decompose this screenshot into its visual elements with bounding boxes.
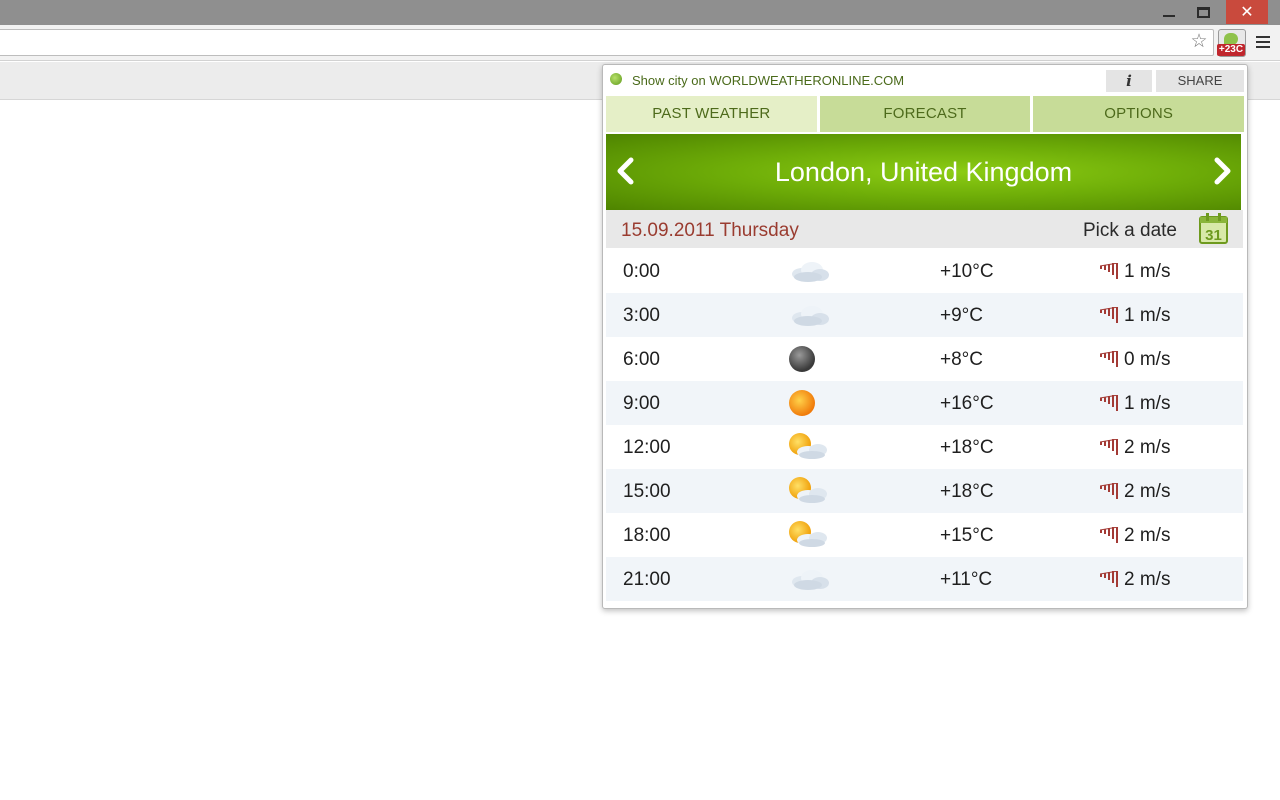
show-city-link[interactable]: Show city on WORLDWEATHERONLINE.COM [610, 73, 904, 88]
minimize-icon [1163, 15, 1175, 17]
bookmark-star-icon[interactable]: ☆ [1188, 31, 1210, 53]
show-city-link-label: Show city on WORLDWEATHERONLINE.COM [632, 73, 904, 88]
city-name: London, United Kingdom [775, 157, 1072, 188]
row-time: 6:00 [623, 349, 660, 371]
weather-popup: Show city on WORLDWEATHERONLINE.COM i SH… [602, 64, 1248, 609]
leaf-icon [610, 73, 622, 85]
weather-row: 18:00 +15°C 2 m/s [606, 513, 1243, 557]
maximize-icon [1197, 7, 1210, 18]
wind-icon [1100, 527, 1120, 543]
browser-toolbar [0, 25, 1280, 61]
pick-date-label[interactable]: Pick a date [1083, 220, 1177, 242]
weather-row: 21:00 +11°C 2 m/s [606, 557, 1243, 601]
wind-icon [1100, 395, 1120, 411]
address-bar[interactable] [0, 29, 1214, 56]
row-wind-speed: 2 m/s [1124, 437, 1170, 459]
row-temperature: +8°C [940, 349, 983, 371]
window-titlebar: ✕ [0, 0, 1280, 25]
wind-icon [1100, 439, 1120, 455]
wind-icon [1100, 483, 1120, 499]
row-temperature: +9°C [940, 305, 983, 327]
wind-icon [1100, 571, 1120, 587]
weather-row: 6:00 +8°C 0 m/s [606, 337, 1243, 381]
cloudy-icon [782, 257, 838, 285]
weather-row: 15:00 +18°C 2 m/s [606, 469, 1243, 513]
row-temperature: +18°C [940, 437, 994, 459]
row-wind-speed: 2 m/s [1124, 481, 1170, 503]
popup-tabs: PAST WEATHER FORECAST OPTIONS [606, 96, 1244, 132]
weather-row: 3:00 +9°C 1 m/s [606, 293, 1243, 337]
row-wind-speed: 2 m/s [1124, 569, 1170, 591]
selected-date: 15.09.2011 Thursday [621, 220, 799, 242]
cloudy-icon [782, 565, 838, 593]
info-button[interactable]: i [1106, 70, 1152, 92]
date-bar: 15.09.2011 Thursday Pick a date 31 [606, 210, 1243, 248]
row-temperature: +16°C [940, 393, 994, 415]
wind-icon [1100, 263, 1120, 279]
partly-cloudy-icon [782, 521, 838, 549]
minimize-button[interactable] [1156, 0, 1182, 24]
tab-past-weather[interactable]: PAST WEATHER [606, 96, 817, 132]
share-button[interactable]: SHARE [1156, 70, 1244, 92]
sun-icon [782, 389, 838, 417]
row-time: 3:00 [623, 305, 660, 327]
calendar-number: 31 [1205, 227, 1222, 244]
calendar-icon[interactable]: 31 [1198, 212, 1229, 245]
close-button[interactable]: ✕ [1226, 0, 1268, 24]
row-time: 9:00 [623, 393, 660, 415]
maximize-button[interactable] [1190, 0, 1216, 24]
row-wind-speed: 0 m/s [1124, 349, 1170, 371]
wind-icon [1100, 351, 1120, 367]
chevron-right-icon[interactable] [1210, 156, 1236, 186]
partly-cloudy-icon [782, 477, 838, 505]
extension-badge: +23C [1217, 44, 1245, 56]
row-temperature: +15°C [940, 525, 994, 547]
cloudy-icon [782, 301, 838, 329]
chevron-left-icon[interactable] [612, 156, 638, 186]
row-temperature: +18°C [940, 481, 994, 503]
weather-row: 0:00 +10°C 1 m/s [606, 249, 1243, 293]
row-temperature: +10°C [940, 261, 994, 283]
wind-icon [1100, 307, 1120, 323]
row-time: 15:00 [623, 481, 671, 503]
row-time: 18:00 [623, 525, 671, 547]
row-wind-speed: 2 m/s [1124, 525, 1170, 547]
partly-cloudy-icon [782, 433, 838, 461]
weather-table: 0:00 +10°C 1 m/s 3:00 +9°C 1 m/s 6:00 +8°C 0 m/s… [606, 249, 1243, 601]
row-time: 0:00 [623, 261, 660, 283]
close-icon: ✕ [1240, 2, 1253, 22]
popup-header: Show city on WORLDWEATHERONLINE.COM i SH… [606, 67, 1244, 95]
row-temperature: +11°C [940, 569, 992, 591]
row-time: 12:00 [623, 437, 671, 459]
row-wind-speed: 1 m/s [1124, 393, 1170, 415]
row-time: 21:00 [623, 569, 671, 591]
weather-row: 12:00 +18°C 2 m/s [606, 425, 1243, 469]
moon-icon [782, 345, 838, 373]
tab-forecast[interactable]: FORECAST [820, 96, 1031, 132]
row-wind-speed: 1 m/s [1124, 261, 1170, 283]
tab-options[interactable]: OPTIONS [1033, 96, 1244, 132]
row-wind-speed: 1 m/s [1124, 305, 1170, 327]
weather-row: 9:00 +16°C 1 m/s [606, 381, 1243, 425]
city-bar: London, United Kingdom [606, 134, 1241, 210]
browser-menu-icon[interactable] [1256, 36, 1270, 48]
